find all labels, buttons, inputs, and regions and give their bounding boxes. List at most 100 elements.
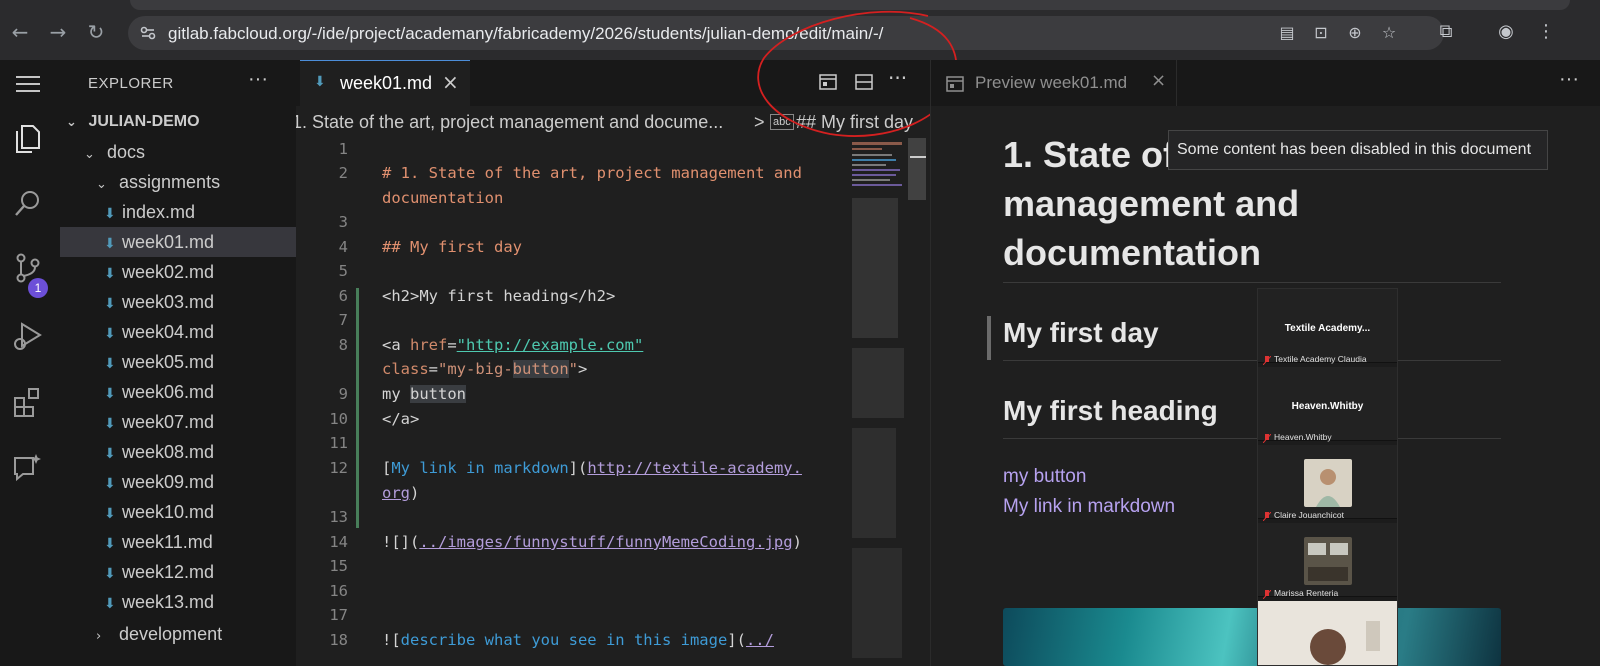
breadcrumb-section[interactable]: 1. State of the art, project management … <box>296 112 723 133</box>
line-number: 8 <box>338 336 348 354</box>
tooltip: Some content has been disabled in this d… <box>1168 130 1548 170</box>
preview-link-button[interactable]: my button <box>1003 466 1086 488</box>
code-token: "my-big- <box>438 360 513 378</box>
muted-mic-icon <box>1263 434 1271 443</box>
tree-file-selected[interactable]: ⬇ week01.md <box>60 227 296 257</box>
tree-file[interactable]: ⬇ week02.md <box>104 257 296 287</box>
tree-folder-docs[interactable]: ⌄ docs <box>84 137 296 167</box>
close-icon[interactable]: × <box>442 70 459 94</box>
code-token: = <box>447 336 457 354</box>
tree-folder-development[interactable]: › development <box>96 619 296 649</box>
code-token: > <box>578 360 588 378</box>
tab-week01[interactable]: ⬇ week01.md × <box>300 60 470 106</box>
browser-menu-icon[interactable]: ⋮ <box>1534 20 1558 44</box>
muted-mic-icon <box>1263 590 1271 599</box>
search-icon[interactable] <box>10 186 46 222</box>
tree-file[interactable]: ⬇ week05.md <box>104 347 296 377</box>
markdown-icon: ⬇ <box>104 236 116 252</box>
participant-name: Marissa Renteria <box>1274 588 1339 598</box>
participant-tile[interactable]: Heaven.Whitby Heaven.Whitby <box>1258 367 1397 443</box>
tab-label: week01.md <box>340 73 433 93</box>
code-token[interactable]: http://textile-academy. <box>587 459 802 477</box>
profile-icon[interactable]: ◉ <box>1494 20 1518 44</box>
tree-file[interactable]: ⬇ week12.md <box>104 557 296 587</box>
code-line: <a href="http://example.com" <box>382 336 643 354</box>
site-settings-icon[interactable] <box>138 23 158 43</box>
tree-folder-assignments[interactable]: ⌄ assignments <box>96 167 296 197</box>
menu-icon[interactable] <box>10 66 46 102</box>
reload-icon[interactable]: ↻ <box>84 20 108 44</box>
tree-file[interactable]: ⬇ week11.md <box>104 527 296 557</box>
code-line: [My link in markdown](http://textile-aca… <box>382 459 802 477</box>
markdown-icon: ⬇ <box>104 566 116 582</box>
participant-name: Heaven.Whitby <box>1274 432 1332 442</box>
editor-pane: ⬇ week01.md × ··· 1. State of the art, p… <box>296 60 930 666</box>
activity-bar: 1 <box>0 60 56 666</box>
tree-file[interactable]: ⬇ week09.md <box>104 467 296 497</box>
participant-title: Heaven.Whitby <box>1291 401 1364 412</box>
code-token: href <box>410 336 448 354</box>
folder-label: development <box>119 624 223 644</box>
explorer-more-icon[interactable]: ··· <box>248 68 268 91</box>
extensions-icon[interactable] <box>10 384 46 420</box>
code-token[interactable]: "http://example.com" <box>457 336 644 354</box>
file-label: week07.md <box>122 412 215 432</box>
video-call-panel: Textile Academy... Textile Academy Claud… <box>1257 288 1398 666</box>
back-arrow-icon[interactable]: ← <box>8 20 32 44</box>
markdown-icon: ⬇ <box>104 536 116 552</box>
code-token[interactable]: ../ <box>746 631 774 649</box>
file-label: week06.md <box>122 382 215 402</box>
line-number: 5 <box>338 262 348 280</box>
close-icon[interactable]: × <box>1151 70 1166 91</box>
chevron-down-icon: ⌄ <box>84 147 95 162</box>
participant-tile[interactable]: Claire Jouanchicot <box>1258 445 1397 521</box>
tree-file[interactable]: ⬇ week08.md <box>104 437 296 467</box>
tree-file[interactable]: ⬇ week07.md <box>104 407 296 437</box>
markdown-icon: ⬇ <box>104 356 116 372</box>
more-actions-icon[interactable]: ··· <box>1559 68 1579 91</box>
tree-root-folder[interactable]: ⌄ JULIAN-DEMO <box>66 107 296 137</box>
tree-file[interactable]: ⬇ week04.md <box>104 317 296 347</box>
copilot-icon[interactable] <box>10 450 46 486</box>
source-control-badge: 1 <box>28 278 48 298</box>
code-line: ![describe what you see in this image](.… <box>382 631 774 649</box>
zoom-icon[interactable]: ⊕ <box>1344 22 1366 44</box>
participant-tile[interactable]: Marissa Renteria <box>1258 523 1397 599</box>
run-debug-icon[interactable] <box>10 318 46 354</box>
tab-preview[interactable]: Preview week01.md × <box>931 60 1177 106</box>
divider <box>1003 282 1501 283</box>
code-token: class <box>382 360 429 378</box>
line-number: 15 <box>329 557 348 575</box>
participant-title: Textile Academy... <box>1284 323 1371 334</box>
clipboard-icon[interactable]: ▤ <box>1276 22 1298 44</box>
tree-file[interactable]: ⬇ index.md <box>104 197 296 227</box>
line-number: 3 <box>338 213 348 231</box>
extensions-puzzle-icon[interactable]: ⧉ <box>1434 20 1458 44</box>
participant-video-thumbnail <box>1304 537 1352 585</box>
code-token-highlighted: button <box>410 385 466 403</box>
root-folder-label: JULIAN-DEMO <box>88 113 200 130</box>
preview-h1-line: documentation <box>1003 232 1261 273</box>
participant-name: Claire Jouanchicot <box>1274 510 1344 520</box>
file-label: week08.md <box>122 442 215 462</box>
divider <box>1003 438 1501 439</box>
bookmark-star-icon[interactable]: ☆ <box>1378 22 1400 44</box>
tree-file[interactable]: ⬇ week13.md <box>104 587 296 617</box>
code-line: documentation <box>382 189 504 207</box>
tree-file[interactable]: ⬇ week10.md <box>104 497 296 527</box>
code-token[interactable]: ../images/funnystuff/funnyMemeCoding.jpg <box>419 533 792 551</box>
code-token: my <box>382 385 410 403</box>
participant-tile[interactable]: Textile Academy... Textile Academy Claud… <box>1258 289 1397 365</box>
code-token[interactable]: org <box>382 484 410 502</box>
install-app-icon[interactable]: ⊡ <box>1310 22 1332 44</box>
tree-file[interactable]: ⬇ week06.md <box>104 377 296 407</box>
forward-arrow-icon[interactable]: → <box>46 20 70 44</box>
files-icon[interactable] <box>10 120 46 156</box>
code-token: = <box>428 360 439 378</box>
line-number: 16 <box>329 582 348 600</box>
minimap[interactable] <box>846 138 930 666</box>
tree-file[interactable]: ⬇ week03.md <box>104 287 296 317</box>
preview-link-markdown[interactable]: My link in markdown <box>1003 496 1175 518</box>
code-editor[interactable]: 1 2 3 4 5 6 7 8 9 10 11 12 13 14 15 16 1… <box>296 140 846 666</box>
file-label: week04.md <box>122 322 215 342</box>
